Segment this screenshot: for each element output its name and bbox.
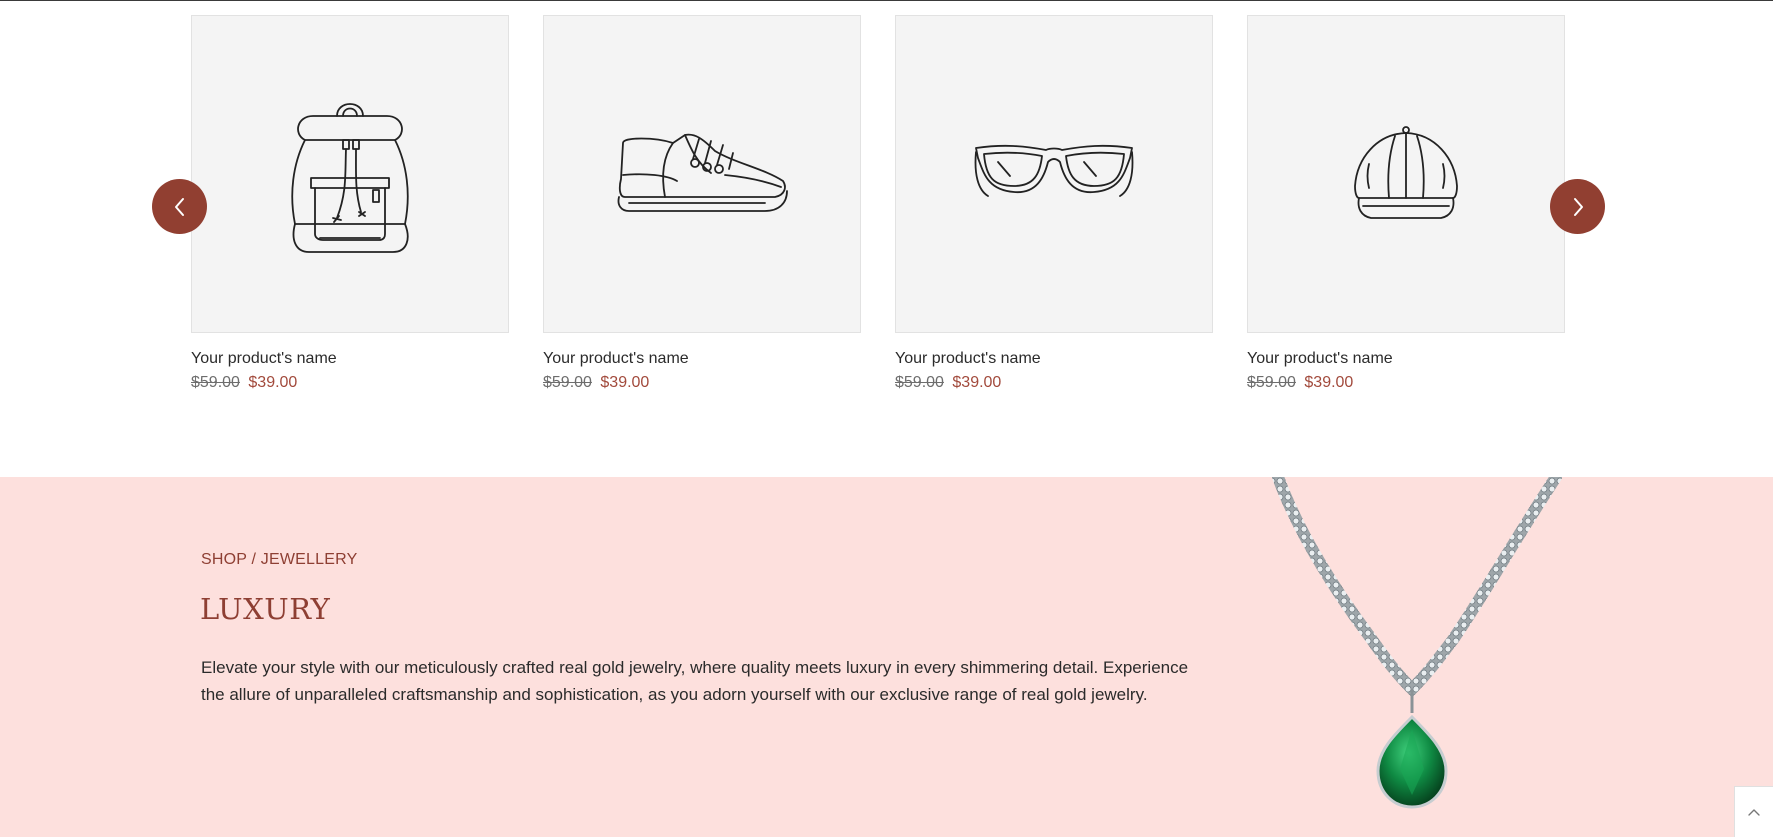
original-price: $59.00 — [1247, 374, 1296, 391]
product-price: $59.00 $39.00 — [1247, 374, 1565, 392]
scroll-to-top-button[interactable] — [1734, 786, 1773, 837]
original-price: $59.00 — [191, 374, 240, 391]
product-price: $59.00 $39.00 — [191, 374, 509, 392]
chevron-left-icon — [174, 197, 184, 216]
product-price: $59.00 $39.00 — [895, 374, 1213, 392]
product-card[interactable]: Your product's name $59.00 $39.00 — [191, 15, 509, 392]
product-card[interactable]: Your product's name $59.00 $39.00 — [895, 15, 1213, 392]
jewellery-banner: SHOP / JEWELLERY LUXURY Elevate your sty… — [0, 477, 1773, 837]
breadcrumb[interactable]: SHOP / JEWELLERY — [201, 551, 357, 569]
carousel-next-button[interactable] — [1550, 179, 1605, 234]
sale-price: $39.00 — [952, 374, 1002, 391]
cap-icon — [1354, 126, 1458, 219]
original-price: $59.00 — [543, 374, 592, 391]
product-name[interactable]: Your product's name — [543, 350, 861, 368]
product-name[interactable]: Your product's name — [191, 350, 509, 368]
product-image[interactable] — [895, 15, 1213, 333]
sunglasses-icon — [974, 144, 1134, 197]
backpack-icon — [291, 103, 409, 253]
carousel-prev-button[interactable] — [152, 179, 207, 234]
product-image[interactable] — [1247, 15, 1565, 333]
chevron-right-icon — [1573, 197, 1583, 216]
product-image[interactable] — [191, 15, 509, 333]
necklace-image — [1272, 477, 1562, 809]
sale-price: $39.00 — [248, 374, 298, 391]
product-name[interactable]: Your product's name — [895, 350, 1213, 368]
chevron-up-icon — [1748, 809, 1760, 816]
banner-title: LUXURY — [200, 592, 331, 626]
sale-price: $39.00 — [600, 374, 650, 391]
original-price: $59.00 — [895, 374, 944, 391]
product-carousel: Your product's name $59.00 $39.00 Your p… — [0, 0, 1773, 477]
product-card[interactable]: Your product's name $59.00 $39.00 — [543, 15, 861, 392]
product-name[interactable]: Your product's name — [1247, 350, 1565, 368]
banner-description: Elevate your style with our meticulously… — [201, 658, 1189, 704]
product-card[interactable]: Your product's name $59.00 $39.00 — [1247, 15, 1565, 392]
sale-price: $39.00 — [1304, 374, 1354, 391]
product-image[interactable] — [543, 15, 861, 333]
sneaker-icon — [617, 133, 788, 212]
product-price: $59.00 $39.00 — [543, 374, 861, 392]
